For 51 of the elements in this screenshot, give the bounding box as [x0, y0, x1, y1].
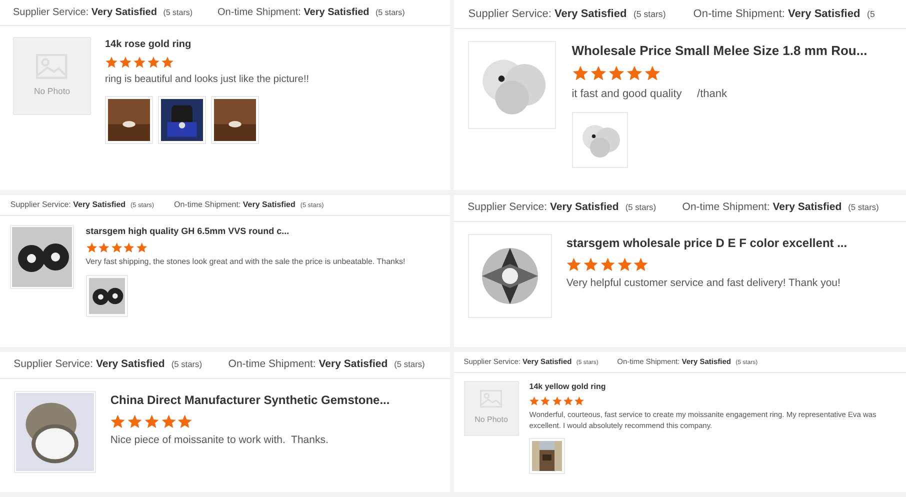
shipment-rating: On-time Shipment: Very Satisfied (5 stars)	[218, 6, 405, 20]
star-icon	[110, 414, 126, 430]
product-title: starsgem wholesale price D E F color excellent ...	[566, 234, 848, 252]
star-icon	[105, 56, 118, 69]
star-icon	[160, 414, 176, 430]
shipment-rating: On-time Shipment: Very Satisfied (5	[693, 6, 875, 22]
star-icon	[583, 256, 599, 272]
star-icon	[177, 414, 194, 430]
star-icon	[574, 396, 584, 406]
review-comment: Very fast shipping, the stones look great and with the sale the price is unbeatable. Thanks!	[86, 256, 406, 268]
star-icon	[600, 256, 616, 272]
star-icon	[133, 56, 146, 69]
review-comment: Very helpful customer service and fast delivery! Thank you!	[566, 276, 842, 291]
star-icon	[616, 256, 632, 272]
star-icon	[626, 65, 644, 82]
product-title: 14k yellow gold ring	[529, 380, 607, 393]
star-icon	[144, 414, 160, 430]
shipment-rating: On-time Shipment: Very Satisfied (5 stars)	[682, 200, 879, 216]
star-icon	[562, 396, 574, 406]
star-icon	[633, 256, 650, 272]
star-icon	[566, 256, 582, 272]
star-icon	[123, 242, 135, 254]
product-title: China Direct Manufacturer Synthetic Gemstone...	[110, 392, 390, 409]
product-title: 14k rose gold ring	[105, 38, 192, 52]
star-icon	[98, 242, 110, 254]
star-icon	[590, 65, 607, 82]
star-icon	[572, 65, 589, 82]
star-icon	[644, 65, 662, 82]
supplier-rating: Supplier Service: Very Satisfied (5 stars)	[14, 357, 202, 372]
supplier-rating: Supplier Service: Very Satisfied (5 stars)	[468, 200, 656, 216]
star-icon	[136, 242, 148, 254]
shipment-rating: On-time Shipment: Very Satisfied (5 stars)	[228, 357, 425, 372]
no-photo-label: No Photo	[34, 84, 70, 98]
supplier-rating: Supplier Service: Very Satisfied (5 stars)	[468, 6, 666, 22]
star-icon	[161, 56, 174, 69]
star-icon	[608, 65, 625, 82]
star-icon	[552, 396, 562, 406]
no-photo-label: No Photo	[474, 414, 508, 426]
star-icon	[127, 414, 143, 430]
review-comment: ring is beautiful and looks just like the picture!!	[105, 73, 309, 87]
star-icon	[86, 242, 98, 254]
review-comment: it fast and good quality /thank	[572, 87, 728, 102]
product-title: starsgem high quality GH 6.5mm VVS round c...	[86, 224, 290, 238]
star-icon	[147, 56, 160, 69]
star-icon	[529, 396, 540, 406]
supplier-rating: Supplier Service: Very Satisfied (5 stars)	[13, 6, 193, 20]
star-icon	[540, 396, 551, 406]
review-comment: Nice piece of moissanite to work with. Thanks.	[110, 432, 330, 448]
star-icon	[119, 56, 132, 69]
product-title: Wholesale Price Small Melee Size 1.8 mm Rou...	[572, 42, 868, 60]
star-icon	[110, 242, 122, 254]
